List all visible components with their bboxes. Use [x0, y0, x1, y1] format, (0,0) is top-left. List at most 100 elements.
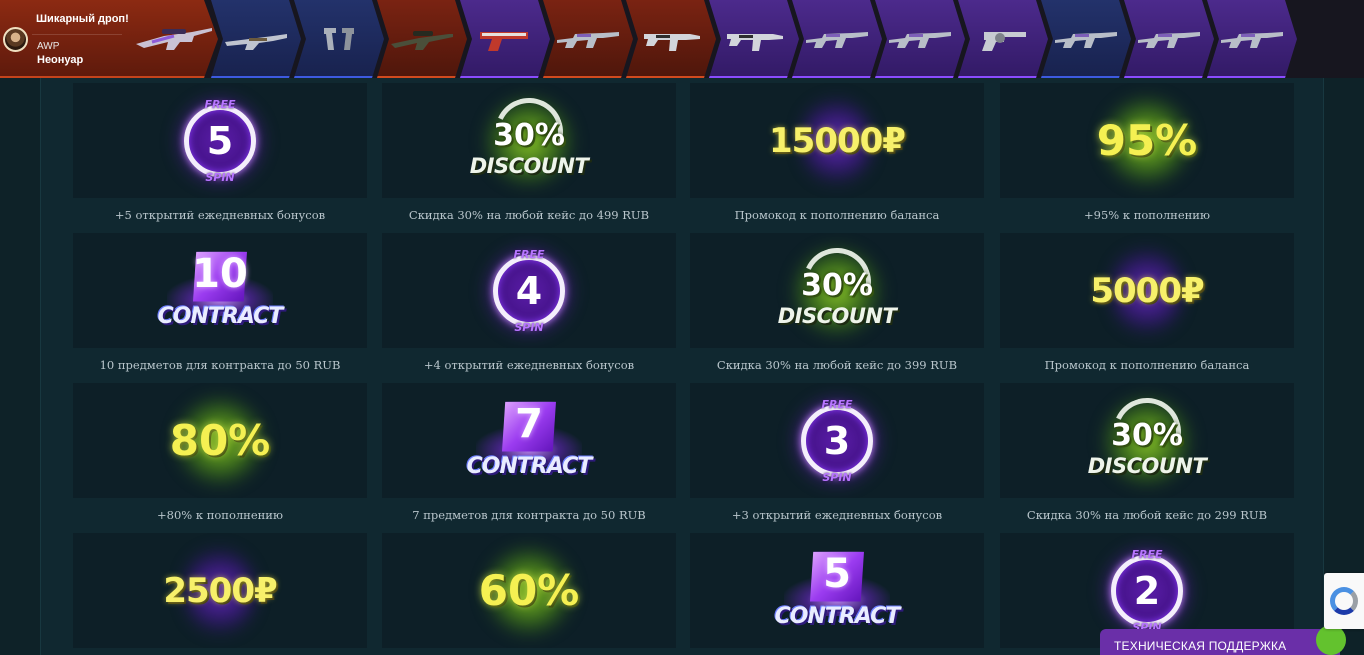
discount-value: 30%: [1111, 417, 1183, 453]
discount-value: 30%: [493, 117, 565, 153]
bonus-card-discount[interactable]: 30% DISCOUNT Скидка 30% на любой кейс до 2…: [1000, 383, 1294, 522]
recaptcha-badge[interactable]: [1324, 573, 1364, 629]
promo-amount: 15000₽: [769, 120, 906, 161]
contract-label: CONTRACT: [157, 303, 284, 329]
rifle-icon: [1221, 32, 1283, 48]
drop-item[interactable]: [626, 0, 716, 78]
bonus-image: FREE 4 SPIN: [382, 233, 676, 348]
sniper-rifle-icon: [136, 28, 212, 50]
featured-drop-title: Шикарный дроп!: [36, 13, 129, 25]
bonus-card-contract[interactable]: 10 CONTRACT 10 предметов для контракта до …: [73, 233, 367, 372]
deposit-bonus-percent: 60%: [478, 566, 580, 615]
bonus-image: 30% DISCOUNT: [382, 83, 676, 198]
bonus-card-percent[interactable]: 95% +95% к пополнению: [1000, 83, 1294, 222]
support-button[interactable]: ТЕХНИЧЕСКАЯ ПОДДЕРЖКА: [1100, 625, 1346, 655]
featured-drop[interactable]: Шикарный дроп! AWP Неонуар: [0, 0, 218, 78]
bonus-image: 5 CONTRACT: [690, 533, 984, 648]
drop-item[interactable]: [1124, 0, 1214, 78]
rifle-icon: [806, 32, 868, 48]
bonus-caption: 7 предметов для контракта до 50 RUB: [412, 508, 646, 522]
bonus-caption: +80% к пополнению: [157, 508, 283, 522]
bonus-card-discount[interactable]: 30% DISCOUNT Скидка 30% на любой кейс до 3…: [690, 233, 984, 372]
bonus-card-contract[interactable]: 5 CONTRACT: [690, 533, 984, 655]
bonus-card-money[interactable]: 2500₽: [73, 533, 367, 655]
recaptcha-icon: [1330, 587, 1358, 615]
bonus-card-percent[interactable]: 80% +80% к пополнению: [73, 383, 367, 522]
featured-weapon-name: AWP: [37, 41, 60, 52]
bonus-grid: FREE 5 SPIN +5 открытий ежедневных бонусов 3…: [40, 78, 1324, 655]
bonus-caption: 10 предметов для контракта до 50 RUB: [99, 358, 341, 372]
contract-badge: 10 CONTRACT: [155, 246, 285, 336]
drop-item[interactable]: [958, 0, 1048, 78]
discount-badge: 30% DISCOUNT: [777, 237, 897, 336]
free-label: FREE: [821, 397, 853, 411]
discount-badge: 30% DISCOUNT: [1087, 387, 1207, 486]
rifle-icon: [889, 32, 951, 48]
discount-label: DISCOUNT: [469, 153, 589, 178]
spin-label: SPIN: [822, 470, 852, 484]
free-label: FREE: [513, 247, 545, 261]
smg-icon: [727, 34, 783, 51]
drop-item[interactable]: [1207, 0, 1297, 78]
drop-item[interactable]: [709, 0, 799, 78]
revolver-icon: [982, 32, 1026, 51]
contract-label: CONTRACT: [774, 603, 901, 629]
rifle-icon: [1055, 32, 1117, 48]
drop-item[interactable]: [211, 0, 301, 78]
free-label: FREE: [1131, 547, 1163, 561]
discount-value: 30%: [801, 267, 873, 303]
bonus-caption: Скидка 30% на любой кейс до 499 RUB: [408, 208, 650, 222]
bonus-caption: +3 открытий ежедневных бонусов: [731, 508, 943, 522]
free-spin-badge: FREE 2 SPIN: [1111, 548, 1183, 634]
spin-label: SPIN: [205, 170, 235, 184]
discount-label: DISCOUNT: [1087, 453, 1207, 478]
bonus-caption: +4 открытий ежедневных бонусов: [423, 358, 635, 372]
drop-item[interactable]: [377, 0, 467, 78]
free-spin-badge: FREE 5 SPIN: [184, 98, 256, 184]
bonus-card-spin[interactable]: FREE 4 SPIN +4 открытий ежедневных бонусов: [382, 233, 676, 372]
contract-count: 7: [515, 400, 543, 447]
bonus-card-spin[interactable]: FREE 5 SPIN +5 открытий ежедневных бонусов: [73, 83, 367, 222]
deposit-bonus-percent: 95%: [1096, 116, 1198, 165]
promo-amount: 5000₽: [1090, 270, 1204, 311]
free-spin-badge: FREE 3 SPIN: [801, 398, 873, 484]
discount-label: DISCOUNT: [777, 303, 897, 328]
drop-item[interactable]: [460, 0, 550, 78]
user-avatar[interactable]: [3, 27, 28, 52]
bonus-caption: +5 открытий ежедневных бонусов: [114, 208, 326, 222]
bonus-image: 5000₽: [1000, 233, 1294, 348]
bonus-image: 2500₽: [73, 533, 367, 648]
spin-label: SPIN: [514, 320, 544, 334]
discount-badge: 30% DISCOUNT: [469, 87, 589, 186]
contract-label: CONTRACT: [466, 453, 593, 479]
drop-item[interactable]: [294, 0, 384, 78]
bonus-card-contract[interactable]: 7 CONTRACT 7 предметов для контракта до 50…: [382, 383, 676, 522]
bonus-caption: +95% к пополнению: [1084, 208, 1210, 222]
deposit-bonus-percent: 80%: [169, 416, 271, 465]
spin-count: 4: [515, 268, 543, 313]
bonus-image: FREE 3 SPIN: [690, 383, 984, 498]
drop-item[interactable]: [792, 0, 882, 78]
bonus-image: 80%: [73, 383, 367, 498]
bonus-card-spin[interactable]: FREE 3 SPIN +3 открытий ежедневных бонусов: [690, 383, 984, 522]
bonus-card-money[interactable]: 5000₽ Промокод к пополнению баланса: [1000, 233, 1294, 372]
bonus-caption: Скидка 30% на любой кейс до 299 RUB: [1026, 508, 1268, 522]
spin-count: 2: [1133, 568, 1161, 613]
contract-badge: 7 CONTRACT: [464, 396, 594, 486]
bonus-image: 60%: [382, 533, 676, 648]
contract-count: 5: [823, 550, 851, 597]
drop-item[interactable]: [875, 0, 965, 78]
pistol-icon: [480, 32, 528, 51]
shotgun-icon: [225, 34, 287, 50]
drop-item[interactable]: [543, 0, 633, 78]
bonus-card-percent[interactable]: 60%: [382, 533, 676, 655]
rifle-icon: [557, 32, 619, 48]
bonus-card-discount[interactable]: 30% DISCOUNT Скидка 30% на любой кейс до 4…: [382, 83, 676, 222]
promo-amount: 2500₽: [163, 570, 277, 611]
bonus-image: 7 CONTRACT: [382, 383, 676, 498]
drop-item[interactable]: [1041, 0, 1131, 78]
bonus-card-money[interactable]: 15000₽ Промокод к пополнению баланса: [690, 83, 984, 222]
bonus-caption: Промокод к пополнению баланса: [734, 208, 940, 222]
free-label: FREE: [204, 97, 236, 111]
spin-count: 5: [206, 118, 234, 163]
